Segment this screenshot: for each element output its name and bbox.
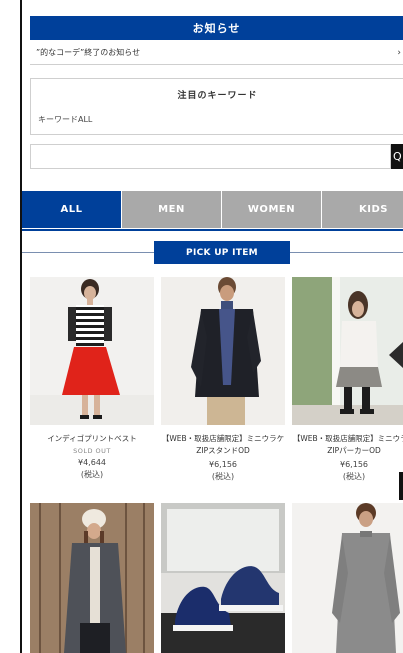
side-tab[interactable] <box>399 472 403 500</box>
search-input[interactable] <box>30 144 391 169</box>
news-item[interactable]: ”的なコーデ”終了のお知らせ › <box>30 41 403 65</box>
product-image[interactable] <box>161 277 285 425</box>
tab-women[interactable]: WOMEN <box>222 191 322 228</box>
tax-label: (税込) <box>342 472 366 481</box>
product-price: ¥6,156 <box>340 460 368 469</box>
product-photo-sneakers <box>161 503 285 653</box>
tab-men[interactable]: MEN <box>122 191 222 228</box>
tab-kids-label: KIDS <box>359 204 388 215</box>
tabs-underline <box>22 229 403 231</box>
product-image[interactable] <box>292 503 403 653</box>
search-button[interactable]: Q <box>391 144 403 169</box>
tab-women-label: WOMEN <box>247 204 296 215</box>
page: お知らせ ”的なコーデ”終了のお知らせ › 注目のキーワード キーワードALL … <box>0 0 403 653</box>
tax-label: (税込) <box>211 472 235 481</box>
tab-all-label: ALL <box>60 204 83 215</box>
tab-all[interactable]: ALL <box>22 191 122 228</box>
product-photo-vest <box>30 277 154 425</box>
tax-label: (税込) <box>80 470 104 479</box>
left-border <box>20 0 22 653</box>
search-icon: Q <box>393 150 402 163</box>
product-photo-knit <box>292 503 403 653</box>
product-photo-parka <box>292 277 403 425</box>
product-price: ¥6,156 <box>209 460 237 469</box>
product-card[interactable]: インディゴプリントベスト SOLD OUT ¥4,644 (税込) <box>30 277 154 480</box>
product-price: ¥4,644 <box>78 458 106 467</box>
pickup-title: PICK UP ITEM <box>154 241 290 264</box>
carousel-arrow-icon[interactable] <box>389 342 403 368</box>
product-image[interactable] <box>30 277 154 425</box>
product-card[interactable]: 【WEB・取扱店舗限定】ミニウラケZIPパーカーOD ¥6,156 (税込) <box>292 277 403 482</box>
category-tabs: ALL MEN WOMEN KIDS <box>22 191 403 228</box>
tab-kids[interactable]: KIDS <box>322 191 403 228</box>
product-name[interactable]: 【WEB・取扱店舗限定】ミニウラケZIPスタンドOD <box>161 433 285 457</box>
tab-men-label: MEN <box>158 204 185 215</box>
product-photo-jacket <box>161 277 285 425</box>
chevron-right-icon: › <box>397 48 401 58</box>
news-header: お知らせ <box>30 16 403 40</box>
news-item-text: ”的なコーデ”終了のお知らせ <box>36 48 141 57</box>
keyword-all-link[interactable]: キーワードALL <box>38 114 92 125</box>
product-image[interactable] <box>292 277 403 425</box>
pickup-title-label: PICK UP ITEM <box>186 247 258 258</box>
keyword-box: 注目のキーワード キーワードALL <box>30 78 403 135</box>
sold-out-label: SOLD OUT <box>73 447 111 455</box>
product-image[interactable] <box>161 503 285 653</box>
keyword-title: 注目のキーワード <box>177 91 258 101</box>
product-name[interactable]: 【WEB・取扱店舗限定】ミニウラケZIPパーカーOD <box>292 433 403 457</box>
product-image[interactable] <box>30 503 154 653</box>
product-card[interactable]: 【WEB・取扱店舗限定】ミニウラケZIPスタンドOD ¥6,156 (税込) <box>161 277 285 482</box>
news-header-label: お知らせ <box>192 22 241 35</box>
product-photo-coat <box>30 503 154 653</box>
product-name[interactable]: インディゴプリントベスト <box>30 433 154 445</box>
